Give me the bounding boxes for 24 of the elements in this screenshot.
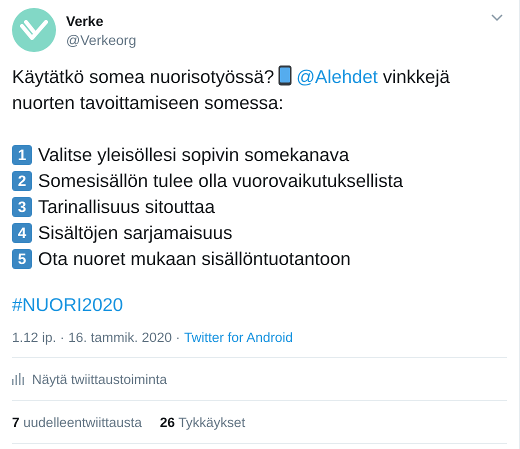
mention-link[interactable]: @Alehdet <box>296 66 378 87</box>
number-keycap: 4 <box>12 223 32 243</box>
engagement-count[interactable]: 26 Tykkäykset <box>160 414 246 430</box>
author-name[interactable]: Verke <box>66 12 136 28</box>
number-keycap: 5 <box>12 249 32 269</box>
tip-text: Somesisällön tulee olla vuorovaikutuksellista <box>38 170 404 192</box>
tweet-text: Käytätkö somea nuorisotyössä? @Alehdet vinkkejä nuorten tavoittamiseen somessa: <box>12 64 451 115</box>
tip-text: Sisältöjen sarjamaisuus <box>38 222 232 244</box>
analytics-link[interactable]: Näytä twiittaustoiminta <box>32 372 168 386</box>
number-keycap: 3 <box>12 197 32 217</box>
tip-text: Tarinallisuus sitouttaa <box>38 196 215 218</box>
number-keycap: 2 <box>12 171 32 191</box>
timestamp[interactable]: 1.12 ip. · 16. tammik. 2020 · <box>12 330 180 345</box>
tip-text: Ota nuoret mukaan sisällöntuotantoon <box>38 248 351 270</box>
author-handle[interactable]: @Verkeorg <box>66 32 136 48</box>
avatar[interactable] <box>12 8 56 52</box>
hashtag-link[interactable]: #NUORI2020 <box>12 294 507 316</box>
engagement-count[interactable]: 7 uudelleentwiittausta <box>12 414 142 430</box>
bar-chart-icon[interactable] <box>12 373 24 385</box>
source-link[interactable]: Twitter for Android <box>184 330 293 345</box>
phone-icon <box>278 65 292 86</box>
chevron-down-icon[interactable] <box>491 14 503 22</box>
tip-text: Valitse yleisöllesi sopivin somekanava <box>38 144 350 166</box>
number-keycap: 1 <box>12 145 32 165</box>
